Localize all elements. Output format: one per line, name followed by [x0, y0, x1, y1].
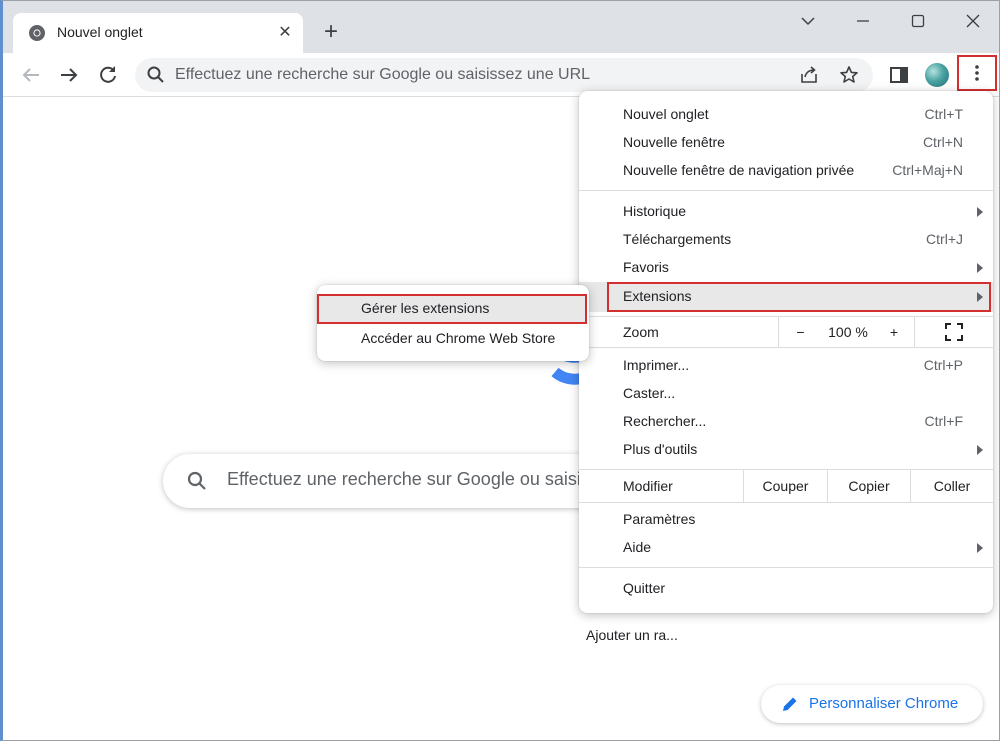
- tab-new-tab[interactable]: Nouvel onglet ✕: [13, 13, 303, 53]
- menu-shortcut: Ctrl+P: [923, 357, 963, 373]
- submenu-item-web-store[interactable]: Accéder au Chrome Web Store: [317, 324, 589, 352]
- share-icon[interactable]: [799, 65, 819, 85]
- menu-label: Téléchargements: [623, 231, 732, 247]
- minimize-icon[interactable]: [848, 9, 878, 33]
- close-tab-icon[interactable]: ✕: [275, 23, 295, 43]
- menu-item-settings[interactable]: Paramètres: [579, 506, 993, 534]
- submenu-item-manage-extensions[interactable]: Gérer les extensions: [317, 294, 589, 324]
- menu-separator: [579, 567, 993, 568]
- omnibox-placeholder: Effectuez une recherche sur Google ou sa…: [175, 66, 591, 83]
- chrome-menu: Nouvel onglet Ctrl+T Nouvelle fenêtre Ct…: [579, 91, 993, 613]
- menu-label: Nouvel onglet: [623, 106, 709, 122]
- google-search-box[interactable]: Effectuez une recherche sur Google ou sa…: [163, 454, 694, 508]
- menu-separator: [579, 190, 993, 191]
- search-icon: [147, 66, 164, 83]
- menu-item-print[interactable]: Imprimer... Ctrl+P: [579, 352, 993, 380]
- customize-chrome-button[interactable]: Personnaliser Chrome: [761, 685, 983, 723]
- browser-window: Nouvel onglet ✕ + Effectuez une recherch…: [0, 0, 1000, 741]
- menu-label: Zoom: [623, 324, 659, 340]
- bookmark-star-icon[interactable]: [839, 65, 859, 85]
- menu-item-more-tools[interactable]: Plus d'outils: [579, 436, 993, 464]
- menu-item-find[interactable]: Rechercher... Ctrl+F: [579, 408, 993, 436]
- zoom-out-button[interactable]: −: [778, 317, 822, 347]
- menu-label: Rechercher...: [623, 413, 707, 429]
- menu-label: Nouvelle fenêtre de navigation privée: [623, 162, 855, 178]
- menu-item-downloads[interactable]: Téléchargements Ctrl+J: [579, 226, 993, 254]
- menu-label: Historique: [623, 203, 687, 219]
- menu-label: Imprimer...: [623, 357, 690, 373]
- fullscreen-button[interactable]: [914, 317, 993, 347]
- maximize-icon[interactable]: [903, 9, 933, 33]
- menu-label: Caster...: [623, 385, 676, 401]
- submenu-arrow-icon: [977, 292, 983, 302]
- menu-separator: [579, 502, 993, 503]
- menu-label: Favoris: [623, 259, 669, 275]
- zoom-in-button[interactable]: +: [874, 317, 914, 347]
- forward-icon[interactable]: [57, 63, 81, 87]
- menu-separator: [579, 347, 993, 348]
- zoom-level: 100 %: [828, 324, 868, 340]
- menu-label: Plus d'outils: [623, 441, 698, 457]
- submenu-label: Accéder au Chrome Web Store: [361, 330, 556, 346]
- reload-icon[interactable]: [96, 63, 120, 87]
- pencil-icon: [783, 697, 797, 711]
- submenu-arrow-icon: [977, 543, 983, 553]
- chrome-menu-button[interactable]: [957, 55, 997, 91]
- search-icon: [187, 471, 206, 490]
- submenu-arrow-icon: [977, 445, 983, 455]
- profile-avatar[interactable]: [925, 63, 949, 87]
- menu-label: Nouvelle fenêtre: [623, 134, 725, 150]
- menu-item-quit[interactable]: Quitter: [579, 575, 993, 603]
- menu-shortcut: Ctrl+T: [924, 106, 964, 122]
- chrome-icon: [29, 25, 45, 41]
- menu-item-edit: Modifier Couper Copier Coller: [579, 470, 993, 502]
- menu-item-zoom: Zoom − 100 % +: [579, 317, 993, 347]
- menu-label: Extensions: [623, 288, 692, 304]
- tab-search-icon[interactable]: [793, 9, 823, 33]
- menu-item-cast[interactable]: Caster...: [579, 380, 993, 408]
- extensions-submenu: Gérer les extensions Accéder au Chrome W…: [317, 285, 589, 361]
- menu-shortcut: Ctrl+Maj+N: [892, 162, 963, 178]
- menu-item-new-window[interactable]: Nouvelle fenêtre Ctrl+N: [579, 129, 993, 157]
- more-vert-icon: [975, 65, 979, 81]
- menu-item-history[interactable]: Historique: [579, 198, 993, 226]
- customize-chrome-label: Personnaliser Chrome: [809, 695, 959, 712]
- fullscreen-icon: [945, 323, 963, 341]
- tab-title: Nouvel onglet: [57, 24, 143, 40]
- tab-strip: Nouvel onglet ✕ +: [3, 1, 999, 53]
- menu-shortcut: Ctrl+F: [924, 413, 964, 429]
- cut-button[interactable]: Couper: [743, 470, 827, 502]
- menu-item-extensions[interactable]: Extensions: [579, 282, 993, 312]
- omnibox[interactable]: Effectuez une recherche sur Google ou sa…: [135, 58, 873, 92]
- back-icon[interactable]: [19, 63, 43, 87]
- menu-label: Quitter: [623, 580, 666, 596]
- menu-label: Aide: [623, 539, 652, 555]
- menu-shortcut: Ctrl+N: [922, 134, 963, 150]
- menu-label: Paramètres: [623, 511, 696, 527]
- side-panel-icon[interactable]: [887, 63, 911, 87]
- menu-label: Modifier: [623, 478, 673, 494]
- menu-item-bookmarks[interactable]: Favoris: [579, 254, 993, 282]
- menu-shortcut: Ctrl+J: [926, 231, 963, 247]
- copy-button[interactable]: Copier: [827, 470, 910, 502]
- submenu-arrow-icon: [977, 207, 983, 217]
- close-window-icon[interactable]: [958, 9, 988, 33]
- menu-item-new-tab[interactable]: Nouvel onglet Ctrl+T: [579, 101, 993, 129]
- add-shortcut-label[interactable]: Ajouter un ra...: [586, 627, 678, 643]
- new-tab-button[interactable]: +: [318, 20, 344, 46]
- submenu-arrow-icon: [977, 263, 983, 273]
- menu-item-incognito[interactable]: Nouvelle fenêtre de navigation privée Ct…: [579, 157, 993, 185]
- paste-button[interactable]: Coller: [910, 470, 993, 502]
- menu-item-help[interactable]: Aide: [579, 534, 993, 562]
- submenu-label: Gérer les extensions: [361, 300, 490, 316]
